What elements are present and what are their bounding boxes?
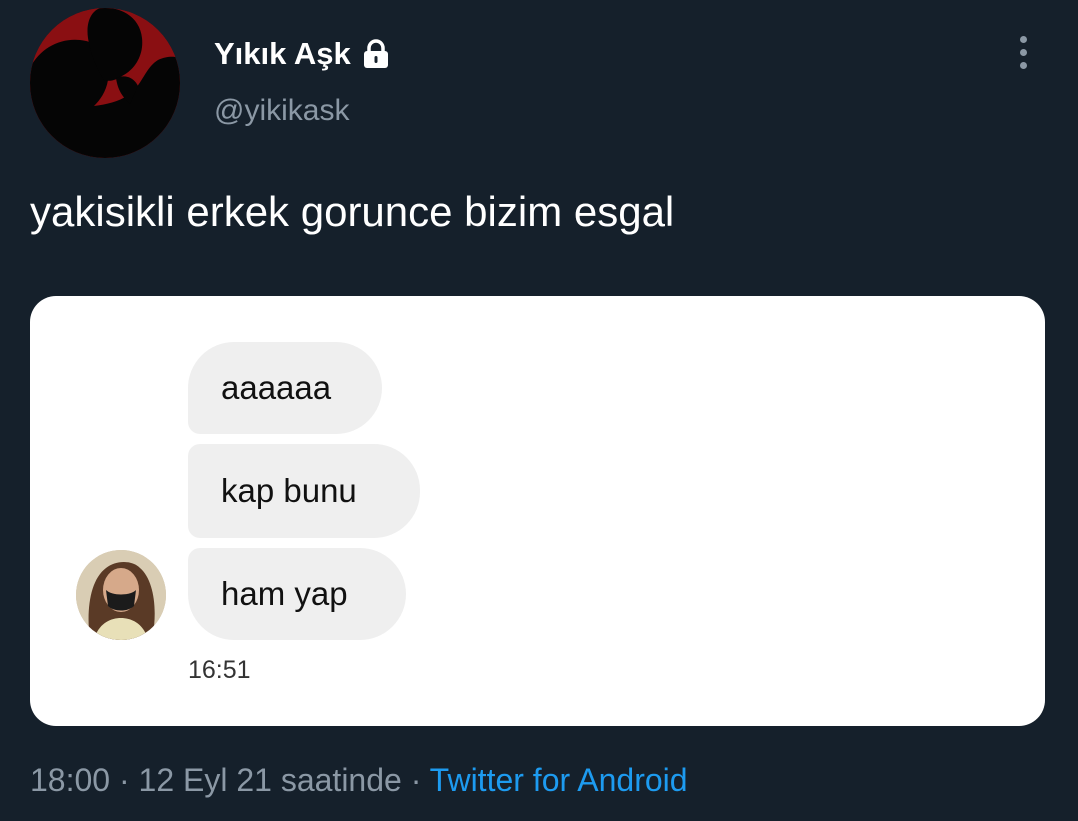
- chat-bubble: kap bunu: [188, 444, 420, 538]
- tweet-source-link[interactable]: Twitter for Android: [430, 762, 688, 798]
- tweet-time[interactable]: 18:00: [30, 762, 110, 798]
- author-display-name-text: Yıkık Aşk: [214, 36, 351, 71]
- chat-timestamp: 16:51: [188, 656, 251, 684]
- lock-icon: [363, 39, 389, 69]
- author-handle[interactable]: @yikikask: [214, 94, 349, 128]
- menu-dot: [1019, 61, 1027, 69]
- chat-bubble: ham yap: [188, 548, 406, 640]
- tweet-meta: 18:00 · 12 Eyl 21 saatinde · Twitter for…: [30, 762, 688, 799]
- author-avatar[interactable]: [30, 8, 180, 158]
- author-display-name[interactable]: Yıkık Aşk: [214, 36, 389, 72]
- tweet-media-image[interactable]: aaaaaa kap bunu ham yap 16:51: [30, 296, 1045, 726]
- chat-message-text: kap bunu: [221, 472, 357, 509]
- meta-separator: ·: [110, 762, 139, 798]
- silhouette-couple-icon: [30, 8, 180, 158]
- chat-sender-avatar: [76, 550, 166, 640]
- meta-separator: ·: [401, 762, 430, 798]
- chat-bubble: aaaaaa: [188, 342, 382, 434]
- tweet-text: yakisikli erkek gorunce bizim esgal: [30, 188, 675, 235]
- menu-dot: [1019, 48, 1027, 56]
- masked-woman-icon: [76, 550, 166, 640]
- chat-message-text: aaaaaa: [221, 369, 332, 406]
- chat-message-text: ham yap: [221, 575, 348, 612]
- more-vertical-icon[interactable]: [1005, 30, 1041, 74]
- tweet-date[interactable]: 12 Eyl 21 saatinde: [139, 762, 402, 798]
- menu-dot: [1019, 35, 1027, 43]
